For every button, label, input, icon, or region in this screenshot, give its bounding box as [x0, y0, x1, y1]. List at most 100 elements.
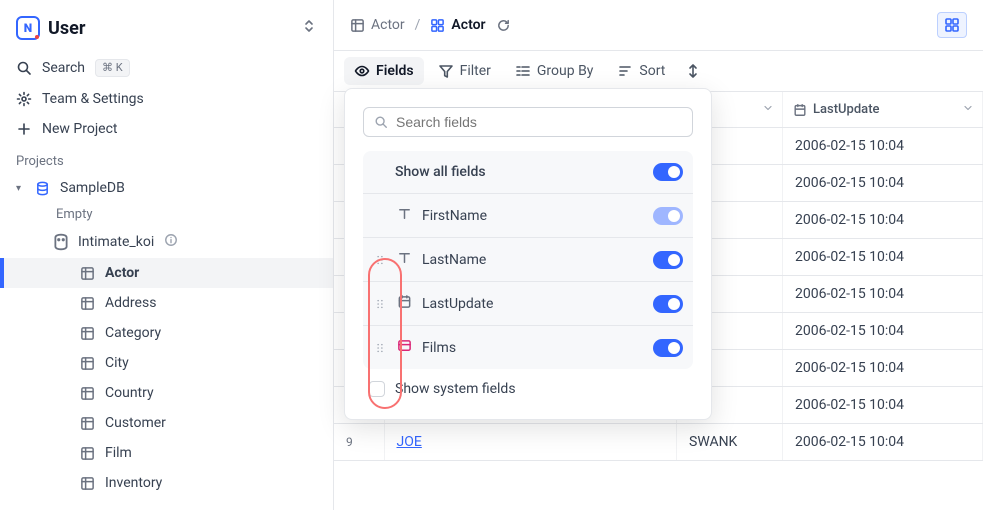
- cell-lastname: SWANK: [677, 424, 783, 461]
- reload-button[interactable]: [496, 18, 511, 33]
- drag-handle-icon[interactable]: [373, 298, 387, 310]
- tree-source-label: Intimate_koi: [78, 234, 154, 250]
- table-icon: [80, 356, 95, 371]
- drag-handle-icon[interactable]: [373, 342, 387, 354]
- cell-lastupdate: 2006-02-15 10:04: [783, 165, 983, 202]
- fields-search-input[interactable]: [396, 114, 682, 130]
- tree-table-label: Film: [105, 445, 132, 461]
- cell-lastupdate: 2006-02-15 10:04: [783, 313, 983, 350]
- tree-table-label: Inventory: [105, 475, 162, 491]
- table-icon: [350, 18, 365, 33]
- breadcrumb-table[interactable]: Actor: [350, 17, 405, 33]
- tree-table-customer[interactable]: Customer: [0, 408, 333, 438]
- text-icon: [397, 250, 412, 269]
- show-system-checkbox[interactable]: [369, 381, 385, 397]
- gallery-icon: [944, 17, 960, 33]
- toolbar-sort[interactable]: Sort: [607, 57, 675, 85]
- breadcrumb-view[interactable]: Actor: [430, 17, 485, 33]
- tree-source[interactable]: Intimate_koi: [0, 226, 333, 258]
- chevron-down-icon[interactable]: [962, 102, 974, 118]
- toolbar-filter-label: Filter: [460, 63, 491, 79]
- field-row-label: FirstName: [422, 208, 643, 224]
- sidebar-item-label: Team & Settings: [42, 91, 144, 107]
- tree-table-label: Country: [105, 385, 154, 401]
- fields-popover: Show all fields FirstNameLastNameLastUpd…: [344, 88, 712, 420]
- sidebar-search-label: Search: [42, 60, 85, 76]
- date-icon: [793, 103, 807, 117]
- date-icon: [397, 294, 412, 313]
- toolbar-fields[interactable]: Fields: [344, 57, 424, 85]
- postgres-icon: [52, 233, 70, 251]
- cell-lastupdate: 2006-02-15 10:04: [783, 239, 983, 276]
- sidebar: N User Search ⌘ K Team & Settings New Pr…: [0, 0, 334, 510]
- cell-lastupdate: 2006-02-15 10:04: [783, 128, 983, 165]
- field-row-label: LastName: [422, 252, 643, 268]
- tree-table-category[interactable]: Category: [0, 318, 333, 348]
- tree-table-address[interactable]: Address: [0, 288, 333, 318]
- tree-table-label: City: [105, 355, 129, 371]
- tree-table-actor[interactable]: Actor: [0, 258, 333, 288]
- refresh-icon: [496, 18, 511, 33]
- gallery-icon: [430, 18, 445, 33]
- logo-icon: N: [16, 16, 40, 40]
- info-icon[interactable]: [164, 233, 178, 251]
- field-toggle[interactable]: [653, 339, 683, 357]
- field-row-films: Films: [363, 326, 693, 369]
- field-toggle[interactable]: [653, 251, 683, 269]
- cell-lastupdate: 2006-02-15 10:04: [783, 276, 983, 313]
- database-icon: [34, 180, 50, 196]
- table-row[interactable]: 9JOESWANK2006-02-15 10:04: [334, 424, 983, 461]
- sidebar-team-settings[interactable]: Team & Settings: [0, 84, 333, 114]
- breadcrumb-view-label: Actor: [451, 17, 485, 33]
- show-system-label: Show system fields: [395, 381, 516, 397]
- view-type-button[interactable]: [937, 12, 967, 38]
- fields-show-all-toggle[interactable]: [653, 163, 683, 181]
- search-icon: [16, 60, 32, 76]
- field-row-lastname: LastName: [363, 238, 693, 282]
- field-row-label: Films: [422, 340, 643, 356]
- column-lastupdate-label: LastUpdate: [813, 102, 880, 117]
- workspace-switch-icon[interactable]: [301, 18, 317, 38]
- text-icon: [397, 206, 412, 225]
- toolbar-rowheight[interactable]: [679, 57, 707, 85]
- table-icon: [80, 386, 95, 401]
- tree-table-inventory[interactable]: Inventory: [0, 468, 333, 498]
- fields-search[interactable]: [363, 107, 693, 137]
- toolbar-fields-label: Fields: [376, 63, 414, 79]
- cell-lastupdate: 2006-02-15 10:04: [783, 350, 983, 387]
- table-icon: [80, 446, 95, 461]
- tree-table-film[interactable]: Film: [0, 438, 333, 468]
- workspace-picker[interactable]: N User: [16, 16, 85, 40]
- eye-icon: [354, 63, 370, 79]
- cell-firstname[interactable]: JOE: [384, 424, 677, 461]
- breadcrumb: Actor / Actor: [334, 0, 983, 51]
- kbd-shortcut: ⌘ K: [95, 59, 130, 77]
- field-toggle[interactable]: [653, 295, 683, 313]
- sidebar-search[interactable]: Search ⌘ K: [0, 52, 333, 84]
- table-icon: [80, 266, 95, 281]
- cell-lastupdate: 2006-02-15 10:04: [783, 387, 983, 424]
- tree-database[interactable]: ▾ SampleDB: [0, 173, 333, 203]
- field-toggle[interactable]: [653, 207, 683, 225]
- tree-table-city[interactable]: City: [0, 348, 333, 378]
- fields-show-all[interactable]: Show all fields: [363, 151, 693, 194]
- link-icon: [397, 338, 412, 357]
- chevron-down-icon[interactable]: [762, 102, 774, 118]
- cell-rownum: 9: [334, 424, 384, 461]
- tree-table-country[interactable]: Country: [0, 378, 333, 408]
- table-icon: [80, 326, 95, 341]
- tree-database-label: SampleDB: [60, 180, 125, 196]
- toolbar-groupby[interactable]: Group By: [505, 57, 604, 85]
- fields-show-all-label: Show all fields: [373, 164, 643, 180]
- search-icon: [374, 115, 388, 129]
- toolbar-filter[interactable]: Filter: [428, 57, 501, 85]
- table-icon: [80, 476, 95, 491]
- column-lastupdate[interactable]: LastUpdate: [783, 92, 983, 128]
- sidebar-new-project[interactable]: New Project: [0, 114, 333, 144]
- breadcrumb-table-label: Actor: [371, 17, 405, 33]
- table-icon: [80, 416, 95, 431]
- table-icon: [80, 296, 95, 311]
- drag-handle-icon[interactable]: [373, 254, 387, 266]
- toolbar-sort-label: Sort: [639, 63, 665, 79]
- tree-table-label: Customer: [105, 415, 166, 431]
